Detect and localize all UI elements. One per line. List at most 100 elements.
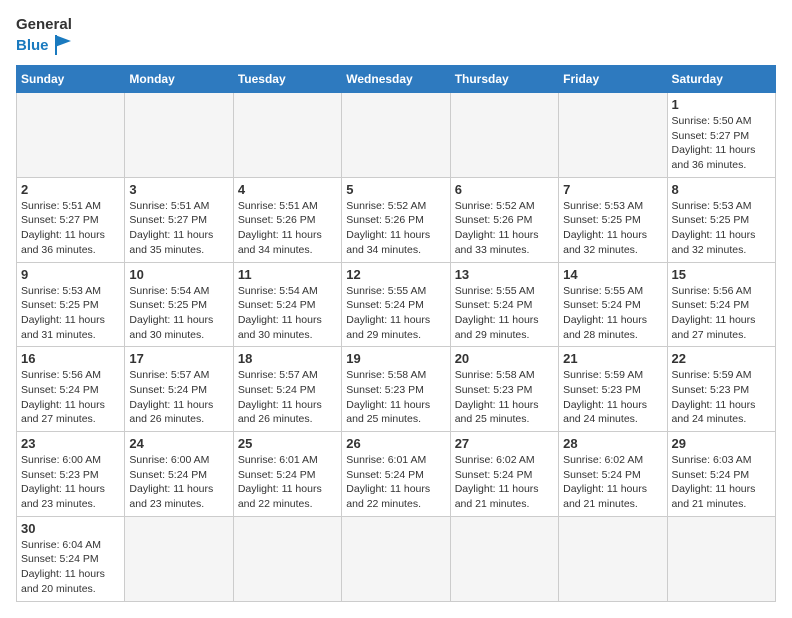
day-number: 21 — [563, 351, 662, 366]
day-info: Sunrise: 5:50 AMSunset: 5:27 PMDaylight:… — [672, 114, 771, 173]
header: General Blue — [16, 16, 776, 57]
logo-flag-icon — [53, 33, 77, 57]
calendar-cell: 4 Sunrise: 5:51 AMSunset: 5:26 PMDaylight… — [233, 177, 341, 262]
day-info: Sunrise: 6:02 AMSunset: 5:24 PMDaylight:… — [563, 453, 662, 512]
day-number: 12 — [346, 267, 445, 282]
day-info: Sunrise: 5:55 AMSunset: 5:24 PMDaylight:… — [346, 284, 445, 343]
calendar-cell — [125, 516, 233, 601]
calendar-cell: 21 Sunrise: 5:59 AMSunset: 5:23 PMDayligh… — [559, 347, 667, 432]
day-info: Sunrise: 6:03 AMSunset: 5:24 PMDaylight:… — [672, 453, 771, 512]
calendar-cell: 16 Sunrise: 5:56 AMSunset: 5:24 PMDayligh… — [17, 347, 125, 432]
day-number: 28 — [563, 436, 662, 451]
day-number: 25 — [238, 436, 337, 451]
day-info: Sunrise: 5:51 AMSunset: 5:27 PMDaylight:… — [21, 199, 120, 258]
day-number: 1 — [672, 97, 771, 112]
calendar-cell: 28 Sunrise: 6:02 AMSunset: 5:24 PMDayligh… — [559, 432, 667, 517]
weekday-header-wednesday: Wednesday — [342, 66, 450, 93]
day-number: 17 — [129, 351, 228, 366]
calendar-cell: 10 Sunrise: 5:54 AMSunset: 5:25 PMDayligh… — [125, 262, 233, 347]
calendar-cell: 7 Sunrise: 5:53 AMSunset: 5:25 PMDaylight… — [559, 177, 667, 262]
day-info: Sunrise: 5:53 AMSunset: 5:25 PMDaylight:… — [21, 284, 120, 343]
day-info: Sunrise: 5:58 AMSunset: 5:23 PMDaylight:… — [346, 368, 445, 427]
calendar: SundayMondayTuesdayWednesdayThursdayFrid… — [16, 65, 776, 602]
day-number: 15 — [672, 267, 771, 282]
day-number: 10 — [129, 267, 228, 282]
logo: General Blue — [16, 16, 77, 57]
day-number: 7 — [563, 182, 662, 197]
day-info: Sunrise: 5:54 AMSunset: 5:24 PMDaylight:… — [238, 284, 337, 343]
day-number: 5 — [346, 182, 445, 197]
calendar-cell — [667, 516, 775, 601]
day-number: 2 — [21, 182, 120, 197]
weekday-header-saturday: Saturday — [667, 66, 775, 93]
weekday-header-friday: Friday — [559, 66, 667, 93]
day-number: 9 — [21, 267, 120, 282]
day-number: 13 — [455, 267, 554, 282]
calendar-cell: 3Sunrise: 5:51 AMSunset: 5:27 PMDaylight… — [125, 177, 233, 262]
calendar-row-5: 23Sunrise: 6:00 AMSunset: 5:23 PMDayligh… — [17, 432, 776, 517]
day-info: Sunrise: 5:54 AMSunset: 5:25 PMDaylight:… — [129, 284, 228, 343]
day-info: Sunrise: 5:57 AMSunset: 5:24 PMDaylight:… — [129, 368, 228, 427]
calendar-cell: 8 Sunrise: 5:53 AMSunset: 5:25 PMDaylight… — [667, 177, 775, 262]
calendar-cell: 25 Sunrise: 6:01 AMSunset: 5:24 PMDayligh… — [233, 432, 341, 517]
calendar-cell: 26Sunrise: 6:01 AMSunset: 5:24 PMDayligh… — [342, 432, 450, 517]
day-info: Sunrise: 5:55 AMSunset: 5:24 PMDaylight:… — [455, 284, 554, 343]
day-number: 19 — [346, 351, 445, 366]
calendar-cell: 24Sunrise: 6:00 AMSunset: 5:24 PMDayligh… — [125, 432, 233, 517]
calendar-cell: 14 Sunrise: 5:55 AMSunset: 5:24 PMDayligh… — [559, 262, 667, 347]
day-info: Sunrise: 5:55 AMSunset: 5:24 PMDaylight:… — [563, 284, 662, 343]
calendar-cell — [17, 93, 125, 178]
calendar-cell — [125, 93, 233, 178]
day-number: 8 — [672, 182, 771, 197]
day-number: 6 — [455, 182, 554, 197]
calendar-cell: 15Sunrise: 5:56 AMSunset: 5:24 PMDayligh… — [667, 262, 775, 347]
calendar-cell: 22Sunrise: 5:59 AMSunset: 5:23 PMDayligh… — [667, 347, 775, 432]
calendar-cell: 30Sunrise: 6:04 AMSunset: 5:24 PMDayligh… — [17, 516, 125, 601]
day-number: 16 — [21, 351, 120, 366]
day-info: Sunrise: 5:51 AMSunset: 5:26 PMDaylight:… — [238, 199, 337, 258]
day-number: 14 — [563, 267, 662, 282]
day-info: Sunrise: 5:53 AMSunset: 5:25 PMDaylight:… — [672, 199, 771, 258]
day-number: 26 — [346, 436, 445, 451]
calendar-cell: 12 Sunrise: 5:55 AMSunset: 5:24 PMDayligh… — [342, 262, 450, 347]
calendar-cell: 11 Sunrise: 5:54 AMSunset: 5:24 PMDayligh… — [233, 262, 341, 347]
calendar-cell: 5Sunrise: 5:52 AMSunset: 5:26 PMDaylight… — [342, 177, 450, 262]
calendar-cell: 17 Sunrise: 5:57 AMSunset: 5:24 PMDayligh… — [125, 347, 233, 432]
calendar-row-1: 1 Sunrise: 5:50 AMSunset: 5:27 PMDaylight… — [17, 93, 776, 178]
calendar-cell — [559, 93, 667, 178]
day-number: 23 — [21, 436, 120, 451]
calendar-cell: 27Sunrise: 6:02 AMSunset: 5:24 PMDayligh… — [450, 432, 558, 517]
calendar-cell: 19 Sunrise: 5:58 AMSunset: 5:23 PMDayligh… — [342, 347, 450, 432]
calendar-cell — [450, 516, 558, 601]
calendar-cell — [233, 516, 341, 601]
calendar-cell — [233, 93, 341, 178]
day-info: Sunrise: 5:52 AMSunset: 5:26 PMDaylight:… — [455, 199, 554, 258]
logo-general-text: General — [16, 16, 72, 33]
day-number: 18 — [238, 351, 337, 366]
calendar-cell: 2 Sunrise: 5:51 AMSunset: 5:27 PMDaylight… — [17, 177, 125, 262]
day-info: Sunrise: 5:59 AMSunset: 5:23 PMDaylight:… — [672, 368, 771, 427]
day-info: Sunrise: 6:02 AMSunset: 5:24 PMDaylight:… — [455, 453, 554, 512]
day-info: Sunrise: 5:51 AMSunset: 5:27 PMDaylight:… — [129, 199, 228, 258]
day-info: Sunrise: 5:53 AMSunset: 5:25 PMDaylight:… — [563, 199, 662, 258]
logo-blue-text: Blue — [16, 37, 49, 54]
calendar-cell: 29Sunrise: 6:03 AMSunset: 5:24 PMDayligh… — [667, 432, 775, 517]
calendar-row-6: 30Sunrise: 6:04 AMSunset: 5:24 PMDayligh… — [17, 516, 776, 601]
calendar-cell: 18Sunrise: 5:57 AMSunset: 5:24 PMDayligh… — [233, 347, 341, 432]
weekday-header-row: SundayMondayTuesdayWednesdayThursdayFrid… — [17, 66, 776, 93]
weekday-header-thursday: Thursday — [450, 66, 558, 93]
day-info: Sunrise: 5:59 AMSunset: 5:23 PMDaylight:… — [563, 368, 662, 427]
weekday-header-tuesday: Tuesday — [233, 66, 341, 93]
calendar-cell: 1 Sunrise: 5:50 AMSunset: 5:27 PMDaylight… — [667, 93, 775, 178]
calendar-cell — [342, 93, 450, 178]
calendar-cell: 13 Sunrise: 5:55 AMSunset: 5:24 PMDayligh… — [450, 262, 558, 347]
day-info: Sunrise: 6:01 AMSunset: 5:24 PMDaylight:… — [238, 453, 337, 512]
day-number: 11 — [238, 267, 337, 282]
day-info: Sunrise: 5:56 AMSunset: 5:24 PMDaylight:… — [21, 368, 120, 427]
calendar-row-2: 2 Sunrise: 5:51 AMSunset: 5:27 PMDaylight… — [17, 177, 776, 262]
day-number: 4 — [238, 182, 337, 197]
calendar-cell: 20Sunrise: 5:58 AMSunset: 5:23 PMDayligh… — [450, 347, 558, 432]
calendar-cell — [450, 93, 558, 178]
calendar-cell — [559, 516, 667, 601]
weekday-header-monday: Monday — [125, 66, 233, 93]
